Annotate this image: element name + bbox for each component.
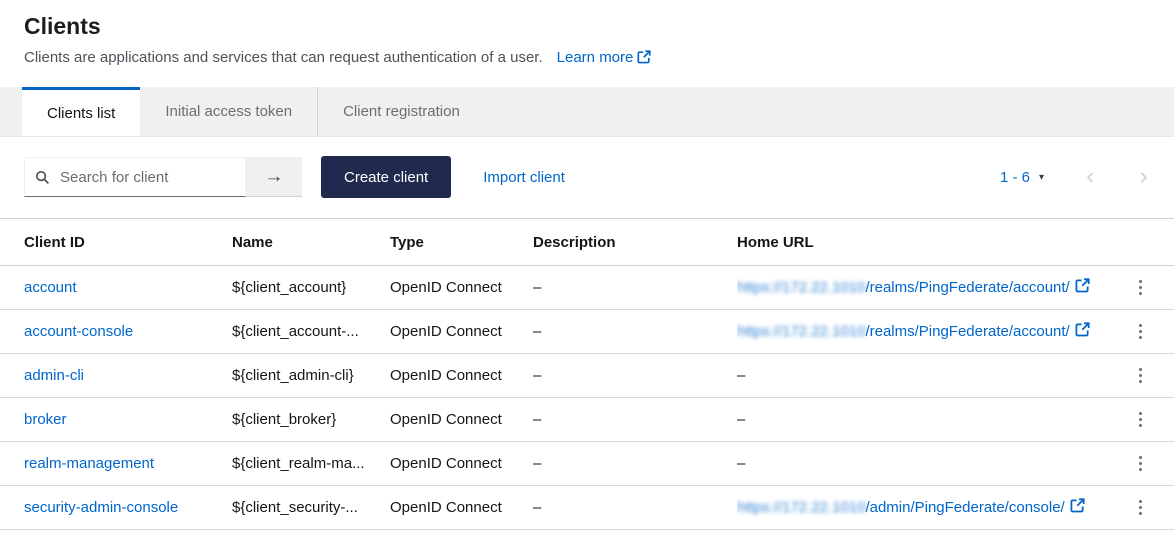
search-submit-button[interactable]: → xyxy=(246,157,302,197)
kebab-menu-button[interactable] xyxy=(1131,276,1151,300)
chevron-left-icon xyxy=(1086,171,1094,183)
client-description: – xyxy=(533,411,542,428)
page-title: Clients xyxy=(24,13,101,39)
client-id-link[interactable]: broker xyxy=(24,411,67,428)
client-id-link[interactable]: admin-cli xyxy=(24,367,84,384)
client-id-link[interactable]: security-admin-console xyxy=(24,499,178,516)
page-description: Clients are applications and services th… xyxy=(24,49,1150,68)
column-header-type: Type xyxy=(390,233,424,251)
search-icon xyxy=(35,170,50,184)
column-header-home-url: Home URL xyxy=(737,233,814,251)
kebab-menu-button[interactable] xyxy=(1131,408,1151,432)
column-header-client-id: Client ID xyxy=(24,233,85,251)
table-row: admin-cli ${client_admin-cli} OpenID Con… xyxy=(0,354,1174,398)
client-description: – xyxy=(533,367,542,384)
pagination: 1 - 6 ▾ xyxy=(1000,169,1150,186)
tab-client-registration[interactable]: Client registration xyxy=(317,87,485,136)
home-url-link[interactable]: /admin/PingFederate/console/ xyxy=(865,499,1064,516)
client-id-link[interactable]: realm-management xyxy=(24,455,154,472)
search-input[interactable] xyxy=(58,167,235,187)
client-type: OpenID Connect xyxy=(390,323,502,340)
clients-table: Client ID Name Type Description Home URL… xyxy=(0,218,1174,530)
pagination-range-label: 1 - 6 xyxy=(999,168,1030,186)
table-row: security-admin-console ${client_security… xyxy=(0,486,1174,530)
arrow-right-icon: → xyxy=(264,166,284,187)
client-type: OpenID Connect xyxy=(390,279,502,296)
client-type: OpenID Connect xyxy=(390,367,502,384)
column-header-name: Name xyxy=(232,233,273,251)
client-type: OpenID Connect xyxy=(390,499,502,516)
external-link-icon xyxy=(1070,498,1085,517)
client-name: ${client_broker} xyxy=(232,411,337,428)
table-toolbar: → Create client Import client 1 - 6 ▾ xyxy=(0,137,1174,218)
chevron-right-icon xyxy=(1140,171,1148,183)
home-url-redacted: https://172.22.1010 xyxy=(737,323,866,340)
client-id-link[interactable]: account xyxy=(24,279,77,296)
client-type: OpenID Connect xyxy=(390,455,502,472)
tab-initial-access-token[interactable]: Initial access token xyxy=(140,87,317,136)
home-url-redacted: https://172.22.1010 xyxy=(737,279,866,296)
column-header-description: Description xyxy=(533,233,616,251)
client-description: – xyxy=(533,279,542,296)
external-link-icon xyxy=(1075,278,1090,297)
home-url-empty: – xyxy=(737,455,746,472)
client-name: ${client_account-... xyxy=(232,323,359,340)
search-group: → xyxy=(24,157,302,197)
home-url-link[interactable]: /realms/PingFederate/account/ xyxy=(865,323,1069,340)
kebab-menu-button[interactable] xyxy=(1131,364,1151,388)
external-link-icon xyxy=(1075,322,1090,341)
client-name: ${client_realm-ma... xyxy=(232,455,365,472)
kebab-menu-button[interactable] xyxy=(1131,320,1151,344)
import-client-link[interactable]: Import client xyxy=(483,169,565,186)
client-id-link[interactable]: account-console xyxy=(24,323,133,340)
table-header-row: Client ID Name Type Description Home URL xyxy=(0,219,1174,266)
table-row: broker ${client_broker} OpenID Connect –… xyxy=(0,398,1174,442)
client-description: – xyxy=(533,499,542,516)
external-link-icon xyxy=(637,50,651,68)
page-header: Clients Clients are applications and ser… xyxy=(0,0,1174,68)
create-client-button[interactable]: Create client xyxy=(321,156,452,198)
client-description: – xyxy=(533,323,542,340)
home-url-empty: – xyxy=(737,411,746,428)
pagination-prev-button[interactable] xyxy=(1084,171,1097,184)
tab-bar: Clients list Initial access token Client… xyxy=(0,87,1174,137)
table-row: account ${client_account} OpenID Connect… xyxy=(0,266,1174,310)
kebab-menu-button[interactable] xyxy=(1131,496,1151,520)
page-description-text: Clients are applications and services th… xyxy=(24,49,543,66)
client-type: OpenID Connect xyxy=(390,411,502,428)
client-name: ${client_admin-cli} xyxy=(232,367,354,384)
search-box xyxy=(24,157,246,197)
home-url-redacted: https://172.22.1010 xyxy=(737,499,866,516)
pagination-next-button[interactable] xyxy=(1137,171,1150,184)
client-name: ${client_security-... xyxy=(232,499,358,516)
kebab-menu-button[interactable] xyxy=(1131,452,1151,476)
tab-clients-list[interactable]: Clients list xyxy=(22,87,141,136)
table-row: realm-management ${client_realm-ma... Op… xyxy=(0,442,1174,486)
learn-more-label: Learn more xyxy=(556,49,634,66)
client-name: ${client_account} xyxy=(232,279,347,296)
home-url-empty: – xyxy=(737,367,746,384)
client-description: – xyxy=(533,455,542,472)
pagination-range-dropdown[interactable]: 1 - 6 ▾ xyxy=(1000,169,1044,186)
learn-more-link[interactable]: Learn more xyxy=(557,49,652,66)
home-url-link[interactable]: /realms/PingFederate/account/ xyxy=(865,279,1069,296)
table-row: account-console ${client_account-... Ope… xyxy=(0,310,1174,354)
caret-down-icon: ▾ xyxy=(1038,171,1044,183)
